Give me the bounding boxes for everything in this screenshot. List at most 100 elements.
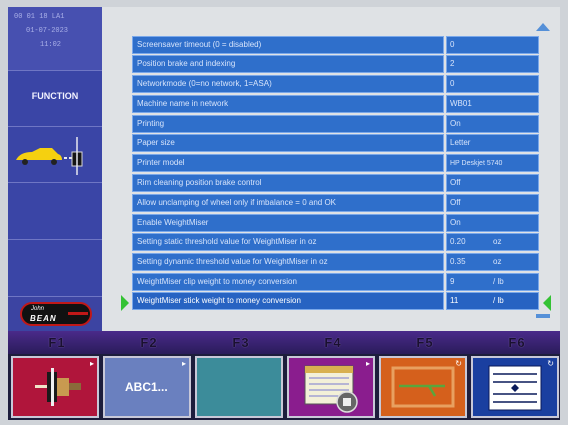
f6-button[interactable]: ↻ xyxy=(471,356,559,418)
wheel-balancer-icon xyxy=(35,368,81,406)
row-label: Allow unclamping of wheel only if imbala… xyxy=(132,194,444,212)
function-label: FUNCTION xyxy=(31,91,79,101)
row-label: Paper size xyxy=(132,134,444,152)
settings-row-selected[interactable]: WeightMiser stick weight to money conver… xyxy=(132,292,539,310)
fkey-label-f5: F5 xyxy=(416,335,434,350)
scroll-list-icon xyxy=(488,365,542,411)
function-panel[interactable]: FUNCTION xyxy=(8,71,102,127)
value-text: 11 xyxy=(450,296,459,305)
row-value[interactable]: Off xyxy=(446,174,539,192)
tool-icon xyxy=(391,366,455,408)
selection-arrow-right-icon xyxy=(543,295,551,311)
selection-arrow-left-icon xyxy=(121,295,129,311)
fkey-label-f6: F6 xyxy=(508,335,526,350)
f2-button-text: ABC1... xyxy=(125,380,168,394)
fkey-label-f1: F1 xyxy=(48,335,66,350)
row-value[interactable]: 11 / lb xyxy=(446,292,539,310)
expand-arrow-icon: ▸ xyxy=(89,359,94,368)
row-label: WeightMiser stick weight to money conver… xyxy=(132,292,444,310)
f1-button[interactable]: ▸ xyxy=(11,356,99,418)
row-value[interactable]: 0.35 oz xyxy=(446,253,539,271)
refresh-arrow-icon: ↻ xyxy=(547,359,554,368)
scroll-up-icon[interactable] xyxy=(536,23,550,31)
value-text: WB01 xyxy=(450,99,472,108)
value-text: On xyxy=(450,119,461,128)
row-value[interactable]: WB01 xyxy=(446,95,539,113)
row-label: Rim cleaning position brake control xyxy=(132,174,444,192)
settings-row[interactable]: Position brake and indexing 2 xyxy=(132,55,539,73)
sidebar-slot-2 xyxy=(8,240,102,297)
status-line-3: 11:02 xyxy=(40,41,62,49)
value-text: 0.20 xyxy=(450,237,466,246)
fkey-label-f2: F2 xyxy=(140,335,158,350)
row-label: Setting static threshold value for Weigh… xyxy=(132,233,444,251)
value-text: Off xyxy=(450,178,461,187)
scroll-down-icon[interactable] xyxy=(536,314,550,318)
value-text: 0 xyxy=(450,79,455,88)
function-key-bar: F1 F2 F3 F4 F5 F6 ▸ ▸ ABC1... ▸ ↻ ↻ xyxy=(8,331,560,420)
row-value[interactable]: 0 xyxy=(446,36,539,54)
status-line-1: 00 01 18 LA1 xyxy=(14,13,65,21)
settings-row[interactable]: Printer model HP Deskjet 5740 xyxy=(132,154,539,172)
settings-row[interactable]: Printing On xyxy=(132,115,539,133)
settings-row[interactable]: Paper size Letter xyxy=(132,134,539,152)
value-text: 9 xyxy=(450,277,455,286)
row-value[interactable]: 0 xyxy=(446,75,539,93)
settings-list: Screensaver timeout (0 = disabled) 0 Pos… xyxy=(102,7,560,331)
settings-row[interactable]: WeightMiser clip weight to money convers… xyxy=(132,273,539,291)
settings-row[interactable]: Allow unclamping of wheel only if imbala… xyxy=(132,194,539,212)
row-value[interactable]: Letter xyxy=(446,134,539,152)
status-panel: 00 01 18 LA1 01-07-2023 11:02 xyxy=(8,7,102,71)
settings-row[interactable]: Networkmode (0=no network, 1=ASA) 0 xyxy=(132,75,539,93)
settings-row[interactable]: Setting dynamic threshold value for Weig… xyxy=(132,253,539,271)
row-value[interactable]: 9 / lb xyxy=(446,273,539,291)
row-value[interactable]: HP Deskjet 5740 xyxy=(446,154,539,172)
expand-arrow-icon: ▸ xyxy=(181,359,186,368)
value-text: On xyxy=(450,218,461,227)
value-unit: oz xyxy=(493,257,502,266)
row-label: Printer model xyxy=(132,154,444,172)
settings-row[interactable]: Setting static threshold value for Weigh… xyxy=(132,233,539,251)
value-text: Off xyxy=(450,198,461,207)
value-text: 0.35 xyxy=(450,257,466,266)
fkey-label-f3: F3 xyxy=(232,335,250,350)
value-unit: / lb xyxy=(493,296,504,305)
row-label: Enable WeightMiser xyxy=(132,214,444,232)
settings-row[interactable]: Enable WeightMiser On xyxy=(132,214,539,232)
row-value[interactable]: On xyxy=(446,214,539,232)
row-label: Setting dynamic threshold value for Weig… xyxy=(132,253,444,271)
row-value[interactable]: On xyxy=(446,115,539,133)
row-label: Screensaver timeout (0 = disabled) xyxy=(132,36,444,54)
f5-button[interactable]: ↻ xyxy=(379,356,467,418)
row-value[interactable]: 0.20 oz xyxy=(446,233,539,251)
value-text: 0 xyxy=(450,40,455,49)
car-axle-icon xyxy=(16,137,84,175)
john-bean-logo: John BEAN xyxy=(20,302,92,326)
value-text: Letter xyxy=(450,138,471,147)
row-label: Machine name in network xyxy=(132,95,444,113)
value-text: 2 xyxy=(450,59,455,68)
screen: 00 01 18 LA1 01-07-2023 11:02 FUNCTION J… xyxy=(8,7,560,420)
row-value[interactable]: Off xyxy=(446,194,539,212)
function-key-label-strip: F1 F2 F3 F4 F5 F6 xyxy=(8,331,560,354)
refresh-arrow-icon: ↻ xyxy=(455,359,462,368)
row-label: Networkmode (0=no network, 1=ASA) xyxy=(132,75,444,93)
car-panel[interactable] xyxy=(8,127,102,183)
settings-row[interactable]: Machine name in network WB01 xyxy=(132,95,539,113)
f2-button[interactable]: ▸ ABC1... xyxy=(103,356,191,418)
expand-arrow-icon: ▸ xyxy=(365,359,370,368)
f3-button[interactable] xyxy=(195,356,283,418)
settings-row[interactable]: Rim cleaning position brake control Off xyxy=(132,174,539,192)
value-unit: oz xyxy=(493,237,502,246)
f4-button[interactable]: ▸ xyxy=(287,356,375,418)
value-text: HP Deskjet 5740 xyxy=(450,160,503,167)
print-report-icon xyxy=(304,365,358,413)
status-line-2: 01-07-2023 xyxy=(26,27,69,35)
sidebar: 00 01 18 LA1 01-07-2023 11:02 FUNCTION J… xyxy=(8,7,102,331)
settings-row[interactable]: Screensaver timeout (0 = disabled) 0 xyxy=(132,36,539,54)
row-value[interactable]: 2 xyxy=(446,55,539,73)
row-label: Printing xyxy=(132,115,444,133)
sidebar-slot-1 xyxy=(8,183,102,240)
row-label: WeightMiser clip weight to money convers… xyxy=(132,273,444,291)
logo-panel: John BEAN xyxy=(8,297,102,331)
